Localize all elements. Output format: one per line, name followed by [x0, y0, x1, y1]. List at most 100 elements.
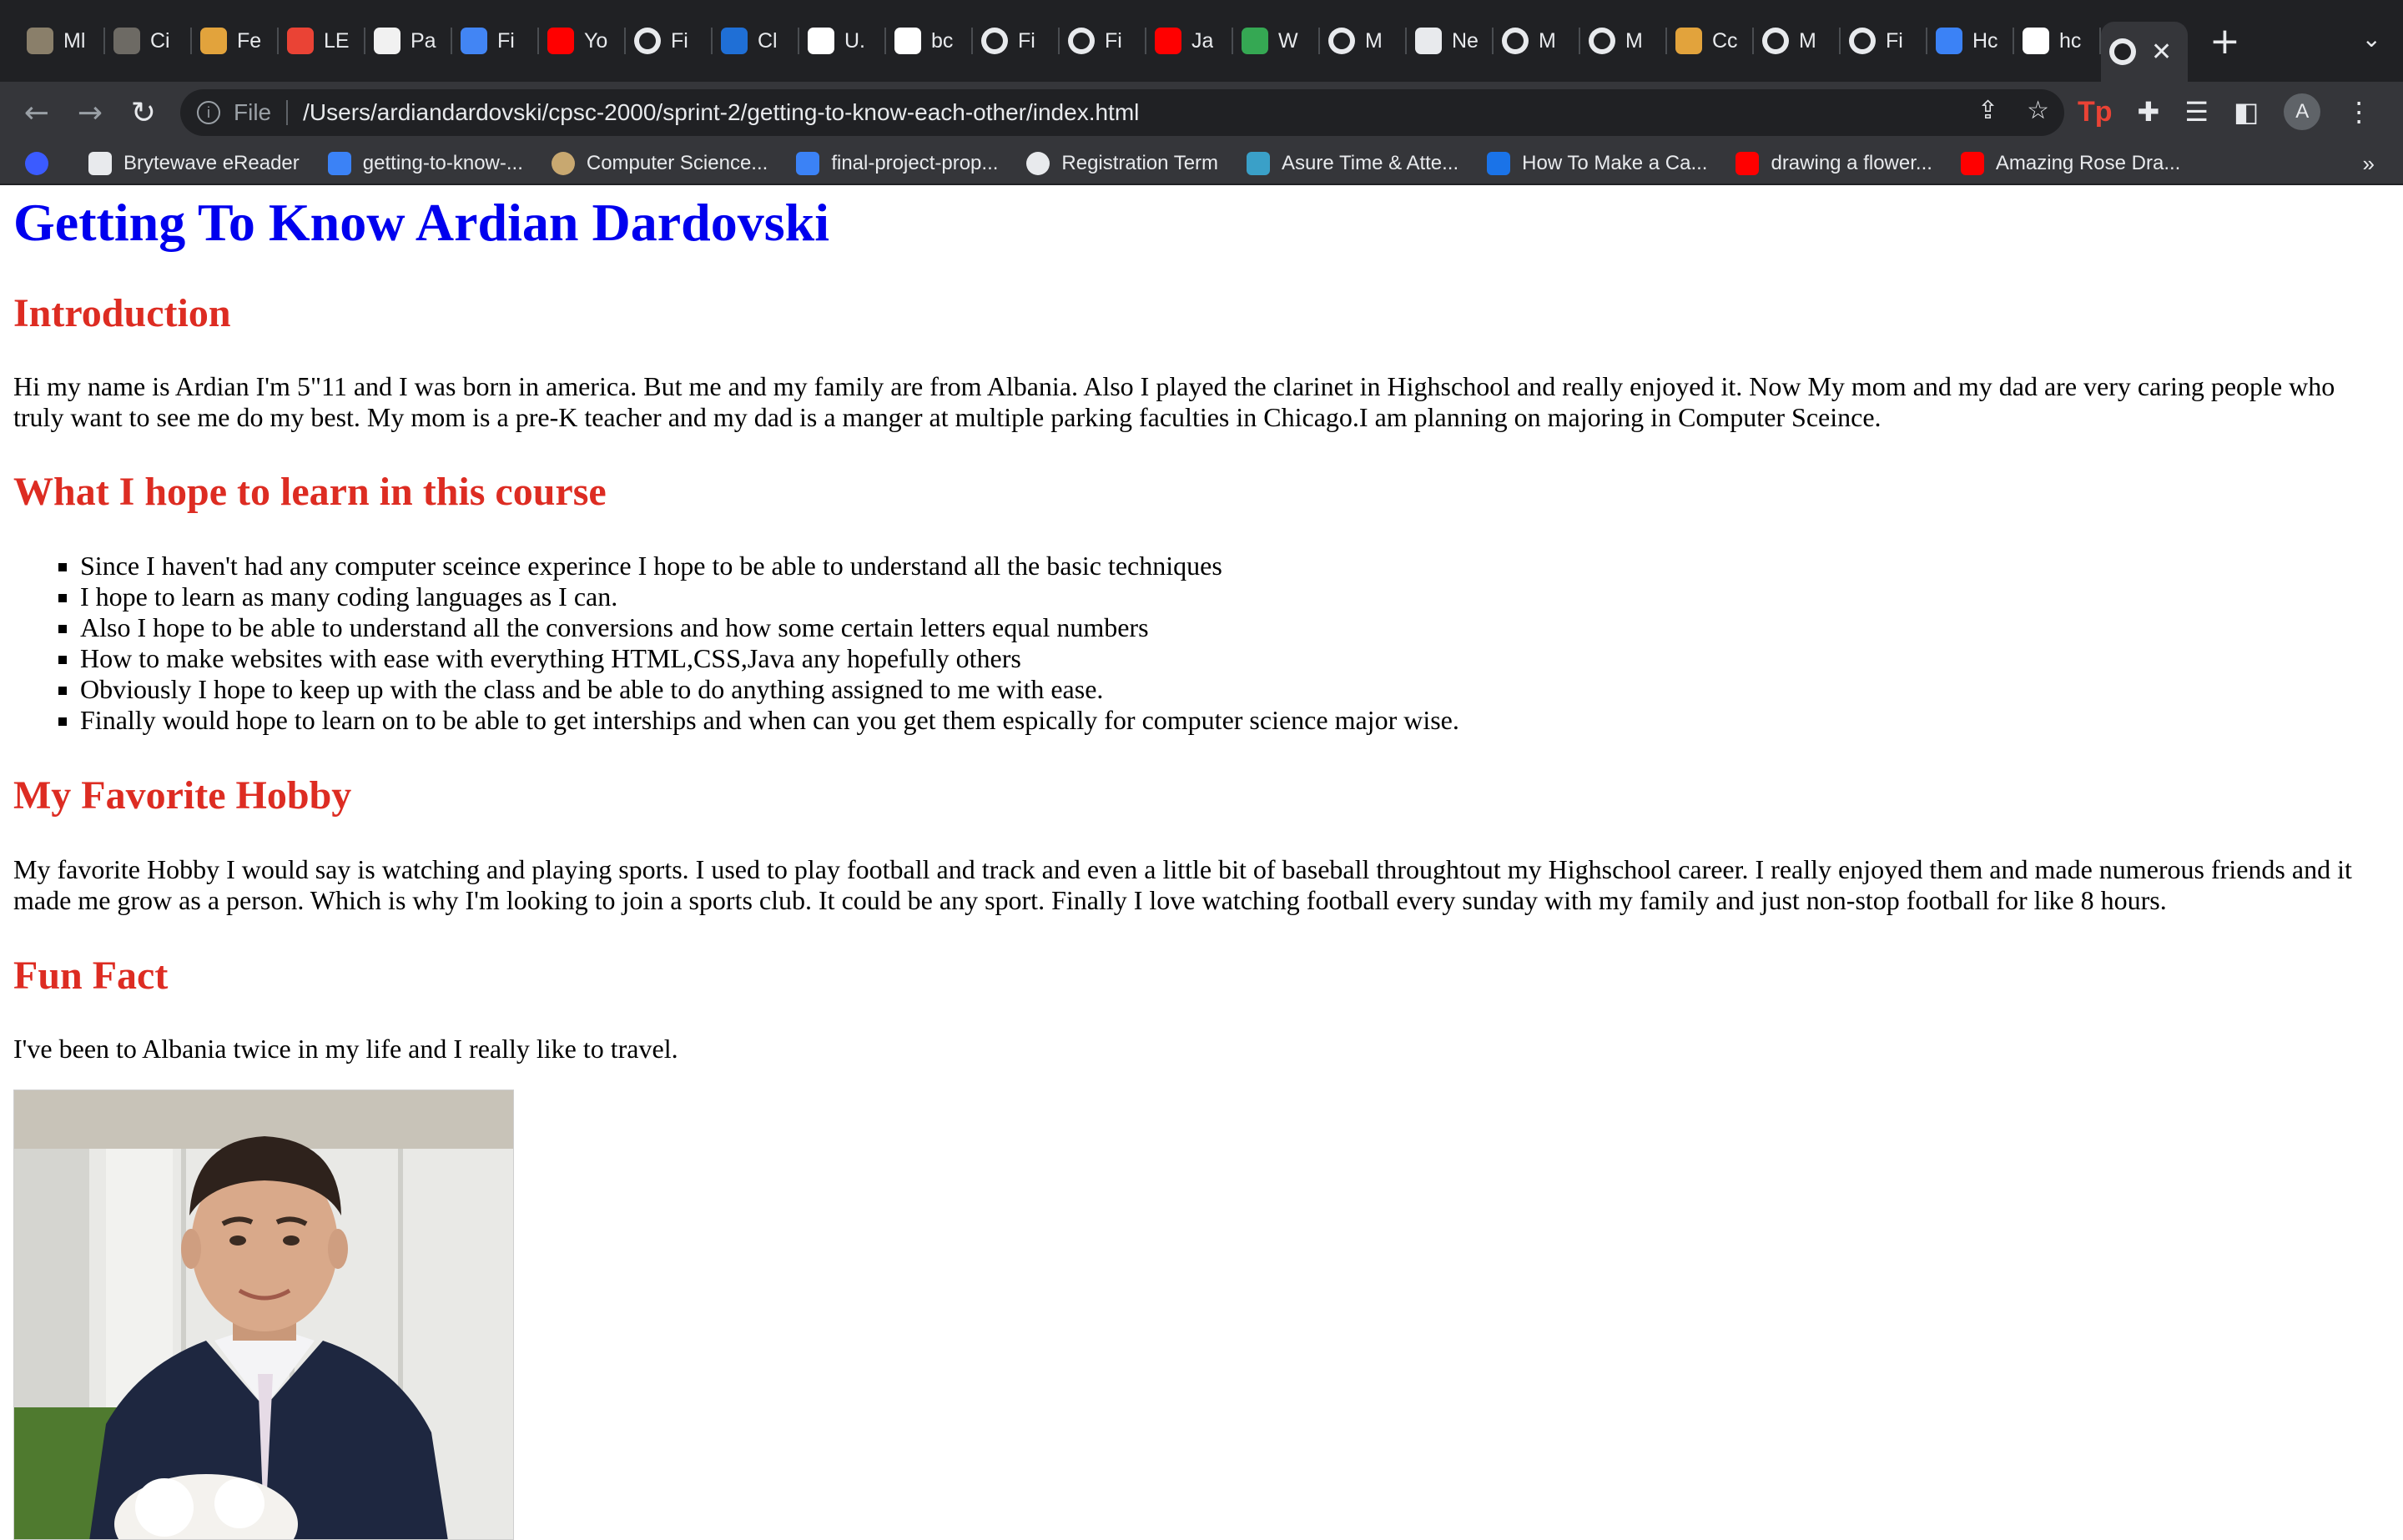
globe-icon — [1328, 28, 1355, 54]
profile-avatar[interactable]: A — [2284, 93, 2321, 130]
bookmarks-bar: Brytewave eReader getting-to-know-... Comp… — [0, 143, 2403, 185]
forward-arrow-icon[interactable]: → — [63, 96, 117, 130]
tab-title: Cc — [1712, 28, 1738, 53]
bookmarks-overflow-button[interactable]: » — [2363, 151, 2375, 177]
tab-title: W — [1278, 28, 1298, 53]
browser-tab[interactable]: Fe — [192, 0, 279, 82]
tab-title: Hc — [1972, 28, 1998, 53]
tab-title: M — [1799, 28, 1816, 53]
browser-tab[interactable]: bc — [886, 0, 973, 82]
list-item: Also I hope to be able to understand all… — [80, 612, 2390, 643]
book-icon — [88, 152, 112, 175]
reload-icon[interactable]: ↻ — [117, 96, 170, 130]
side-panel-icon[interactable]: ◧ — [2234, 96, 2259, 128]
browser-tab[interactable]: Ci — [105, 0, 192, 82]
gmail-icon — [287, 28, 314, 54]
browser-tab[interactable]: Pa — [365, 0, 452, 82]
learn-heading: What I hope to learn in this course — [13, 470, 607, 514]
media-queue-icon[interactable]: ☰ — [2184, 96, 2209, 128]
browser-tab[interactable]: LE — [279, 0, 365, 82]
browser-tab[interactable]: Cl — [713, 0, 799, 82]
list-item: How to make websites with ease with ever… — [80, 643, 2390, 674]
tab-title: M — [1625, 28, 1643, 53]
url-scheme-label: File — [234, 99, 272, 125]
back-arrow-icon[interactable]: ← — [10, 96, 63, 130]
tab-list: Ml Ci Fe LE Pa Fi Yo Fi Cl U. bc Fi Fi Ja W M Ne M M Cc M Fi H… — [18, 0, 2101, 82]
tab-title: bc — [931, 28, 954, 53]
bookmark-item[interactable]: drawing a flower... — [1736, 152, 1932, 175]
browser-tab[interactable]: Fi — [973, 0, 1060, 82]
browser-tab[interactable]: Ja — [1146, 0, 1233, 82]
list-item: Finally would hope to learn on to be abl… — [80, 705, 2390, 736]
tab-title: U. — [844, 28, 865, 53]
hobby-heading: My Favorite Hobby — [13, 773, 352, 818]
youtube-icon — [1155, 28, 1181, 54]
info-icon[interactable]: i — [197, 101, 220, 124]
tab-title: Fi — [497, 28, 515, 53]
tab-title: Fe — [237, 28, 262, 53]
bookmark-item[interactable] — [25, 152, 60, 175]
bookmark-star-icon[interactable]: ☆ — [2027, 96, 2049, 125]
menu-kebab-icon[interactable]: ⋮ — [2345, 96, 2372, 128]
bookmark-label: Brytewave eReader — [123, 152, 300, 174]
browser-tab[interactable]: Fi — [626, 0, 713, 82]
azure-icon — [1936, 28, 1962, 54]
browser-tab[interactable]: Cc — [1667, 0, 1754, 82]
tab-title: hc — [2059, 28, 2082, 53]
browser-tab[interactable]: Ml — [18, 0, 105, 82]
bookmark-item[interactable]: Registration Term — [1026, 152, 1218, 175]
page-content: Getting To Know Ardian Dardovski Introdu… — [0, 192, 2403, 1540]
browser-tab[interactable]: M — [1320, 0, 1407, 82]
globe-icon — [634, 28, 661, 54]
tab-title: Ml — [63, 28, 86, 53]
globe-icon — [1026, 152, 1050, 175]
tab-title: Cl — [758, 28, 778, 53]
list-item: Since I haven't had any computer sceince… — [80, 551, 2390, 581]
browser-tab[interactable]: W — [1233, 0, 1320, 82]
youtube-icon — [1736, 152, 1760, 175]
page-title: Getting To Know Ardian Dardovski — [13, 193, 829, 252]
tab-title: M — [1365, 28, 1383, 53]
globe-icon — [981, 28, 1008, 54]
search-icon — [25, 152, 48, 175]
browser-tab[interactable]: hc — [2014, 0, 2101, 82]
tab-title: Fi — [1018, 28, 1035, 53]
bookmark-item[interactable]: final-project-prop... — [796, 152, 998, 175]
bookmark-item[interactable]: getting-to-know-... — [327, 152, 523, 175]
browser-tab[interactable]: Yo — [539, 0, 626, 82]
bookmark-item[interactable]: Brytewave eReader — [88, 152, 300, 175]
browser-tab[interactable]: M — [1494, 0, 1580, 82]
bookmark-item[interactable]: How To Make a Ca... — [1487, 152, 1707, 175]
close-tab-icon[interactable]: ✕ — [2151, 38, 2172, 67]
browser-tab[interactable]: U. — [799, 0, 886, 82]
azure-icon — [796, 152, 820, 175]
browser-tab[interactable]: Fi — [452, 0, 539, 82]
fun-fact-heading: Fun Fact — [13, 954, 169, 998]
browser-tab[interactable]: Ne — [1407, 0, 1494, 82]
browser-tab[interactable]: Fi — [1841, 0, 1927, 82]
url-text[interactable]: /Users/ardiandardovski/cpsc-2000/sprint-… — [303, 99, 1139, 126]
youtube-icon — [1960, 152, 1984, 175]
extensions-puzzle-icon[interactable]: ✚ — [2138, 96, 2160, 128]
browser-tab[interactable]: M — [1754, 0, 1841, 82]
tab-search-chevron-icon[interactable]: ⌄ — [2362, 25, 2381, 53]
profile-photo — [13, 1090, 514, 1540]
share-icon[interactable]: ⇪ — [1977, 96, 1998, 125]
browser-tab[interactable]: M — [1580, 0, 1667, 82]
tab-title: Ja — [1191, 28, 1214, 53]
active-tab[interactable]: ✕ — [2101, 22, 2188, 82]
bookmark-label: final-project-prop... — [831, 152, 999, 174]
bookmark-item[interactable]: Computer Science... — [551, 152, 768, 175]
new-tab-button[interactable]: + — [2209, 20, 2240, 63]
bookmark-item[interactable]: Asure Time & Atte... — [1247, 152, 1458, 175]
extension-tp-icon[interactable]: Tp — [2078, 96, 2113, 128]
browser-tab[interactable]: Fi — [1060, 0, 1146, 82]
bookmark-item[interactable]: Amazing Rose Dra... — [1960, 152, 2180, 175]
address-bar[interactable]: i File /Users/ardiandardovski/cpsc-2000/… — [180, 89, 2064, 136]
fun-fact-text: I've been to Albania twice in my life an… — [13, 1034, 678, 1064]
browser-tab[interactable]: Hc — [1927, 0, 2014, 82]
portrait-illustration — [14, 1090, 513, 1539]
tab-title: Fi — [671, 28, 688, 53]
google-icon — [2023, 28, 2049, 54]
introduction-heading: Introduction — [13, 291, 231, 335]
